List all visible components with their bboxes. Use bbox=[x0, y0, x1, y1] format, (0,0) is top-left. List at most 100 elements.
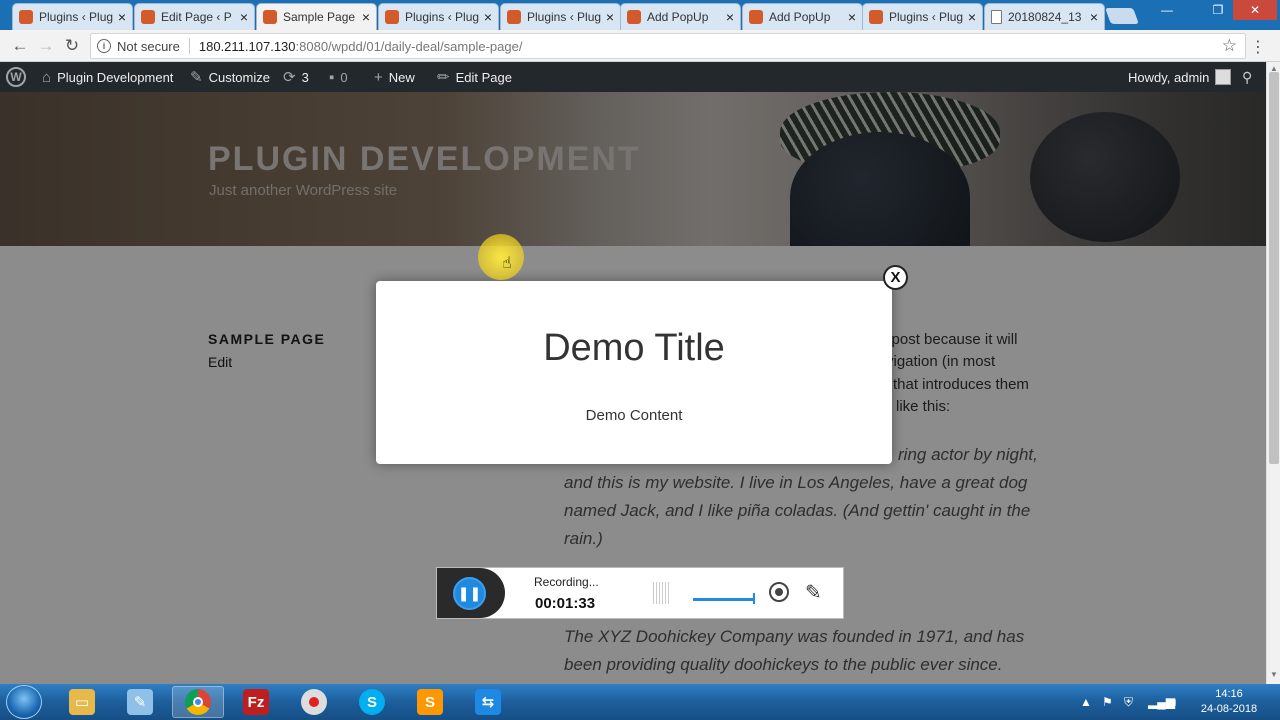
browser-tab[interactable]: Plugins ‹ Plug × bbox=[12, 3, 133, 30]
hand-cursor-icon: ☝ bbox=[502, 255, 512, 272]
scroll-down-icon[interactable]: ▼ bbox=[1270, 670, 1278, 679]
close-window-button[interactable]: ✕ bbox=[1233, 0, 1277, 20]
new-label: New bbox=[388, 69, 415, 85]
wordpress-icon bbox=[749, 10, 763, 24]
tab-close-icon[interactable]: × bbox=[968, 9, 976, 25]
new-content-link[interactable]: + New bbox=[374, 62, 415, 92]
drag-handle[interactable] bbox=[653, 582, 669, 604]
comments-count: 0 bbox=[340, 69, 348, 85]
browser-tab[interactable]: Plugins ‹ Plug × bbox=[862, 3, 983, 30]
recording-status: Recording... bbox=[534, 575, 599, 589]
recorder-control-panel: ❚❚ bbox=[437, 568, 505, 618]
bookmark-star-icon[interactable]: ☆ bbox=[1222, 36, 1237, 56]
edit-page-label: Edit Page bbox=[455, 69, 512, 85]
edit-page-link[interactable]: ✏ Edit Page bbox=[437, 62, 512, 92]
skype-icon[interactable]: S bbox=[346, 686, 398, 718]
tab-close-icon[interactable]: × bbox=[1090, 9, 1098, 25]
browser-tab[interactable]: Plugins ‹ Plug × bbox=[378, 3, 499, 30]
volume-icon[interactable]: 🔈︎ bbox=[1172, 684, 1179, 720]
volume-slider-end bbox=[753, 593, 755, 604]
browser-menu-icon[interactable]: ⋮ bbox=[1250, 37, 1266, 57]
updates-count: 3 bbox=[301, 69, 309, 85]
recording-timer: 00:01:33 bbox=[535, 595, 596, 612]
file-explorer-icon[interactable]: ▭ bbox=[56, 686, 108, 718]
browser-tab[interactable]: Plugins ‹ Plug × bbox=[500, 3, 621, 30]
browser-tab-strip: Plugins ‹ Plug × Edit Page ‹ P × Sample Page… bbox=[0, 0, 1280, 30]
url-host: 180.211.107.130 bbox=[198, 38, 296, 54]
cursor-highlight bbox=[478, 234, 524, 280]
forward-icon[interactable]: → bbox=[35, 35, 57, 57]
account-menu[interactable]: Howdy, admin bbox=[1128, 62, 1232, 92]
volume-slider[interactable] bbox=[693, 598, 755, 601]
pencil-icon: ✏ bbox=[437, 69, 450, 86]
greeting-label: Howdy, admin bbox=[1128, 69, 1210, 85]
network-icon[interactable]: ▂▄▆ bbox=[1148, 684, 1175, 720]
updates-link[interactable]: ⟳ 3 bbox=[283, 62, 309, 92]
popup-title: Demo Title bbox=[543, 327, 725, 369]
popup-content: Demo Content bbox=[585, 407, 683, 424]
wordpress-icon bbox=[263, 10, 277, 24]
brush-icon: ✎ bbox=[190, 69, 203, 86]
document-icon bbox=[991, 10, 1002, 24]
pen-icon[interactable]: ✎ bbox=[805, 580, 822, 605]
url-path: :8080/wpdd/01/daily-deal/sample-page/ bbox=[295, 38, 523, 54]
chrome-icon[interactable] bbox=[172, 686, 224, 718]
tab-close-icon[interactable]: × bbox=[362, 9, 370, 25]
wordpress-logo-icon[interactable]: W bbox=[6, 62, 26, 92]
customize-link[interactable]: ✎ Customize bbox=[190, 62, 270, 92]
browser-tab[interactable]: Edit Page ‹ P × bbox=[134, 3, 255, 30]
tab-close-icon[interactable]: × bbox=[606, 9, 614, 25]
browser-tab[interactable]: Add PopUp × bbox=[742, 3, 863, 30]
start-button[interactable] bbox=[6, 685, 42, 719]
popup-close-button[interactable]: X bbox=[883, 265, 908, 290]
customize-label: Customize bbox=[208, 69, 270, 85]
scrollbar-thumb[interactable] bbox=[1269, 72, 1279, 464]
filezilla-icon[interactable]: Fz bbox=[230, 686, 282, 718]
notepad-icon[interactable]: ✎ bbox=[114, 686, 166, 718]
address-bar[interactable]: i Not secure 180.211.107.130:8080/wpdd/0… bbox=[90, 33, 1246, 59]
flag-icon[interactable]: ⚑ bbox=[1102, 684, 1113, 720]
clock-date: 24-08-2018 bbox=[1200, 703, 1258, 715]
sublime-text-icon[interactable]: S bbox=[404, 686, 456, 718]
pause-icon[interactable]: ❚❚ bbox=[453, 577, 486, 610]
tab-close-icon[interactable]: × bbox=[484, 9, 492, 25]
page-scrollbar[interactable]: ▲ ▼ bbox=[1266, 62, 1280, 684]
tab-close-icon[interactable]: × bbox=[848, 9, 856, 25]
wordpress-icon bbox=[385, 10, 399, 24]
clock-time: 14:16 bbox=[1215, 688, 1243, 700]
new-tab-button[interactable] bbox=[1105, 8, 1139, 24]
tab-close-icon[interactable]: × bbox=[118, 9, 126, 25]
comment-icon: ▪ bbox=[329, 68, 335, 86]
info-icon[interactable]: i bbox=[97, 39, 111, 53]
wordpress-icon bbox=[869, 10, 883, 24]
tab-label: 20180824_13 bbox=[1008, 10, 1082, 24]
plus-icon: + bbox=[374, 68, 383, 86]
browser-tab[interactable]: Sample Page × bbox=[256, 3, 377, 30]
webcam-icon[interactable] bbox=[769, 582, 789, 602]
tab-label: Edit Page ‹ P bbox=[161, 10, 232, 24]
tab-close-icon[interactable]: × bbox=[726, 9, 734, 25]
admin-site-name[interactable]: ⌂ Plugin Development bbox=[42, 62, 173, 92]
reload-icon[interactable]: ↻ bbox=[61, 35, 83, 57]
back-icon[interactable]: ← bbox=[9, 35, 31, 57]
search-icon[interactable]: ⚲ bbox=[1242, 62, 1252, 92]
dashboard-icon: ⌂ bbox=[42, 68, 52, 86]
avatar bbox=[1215, 69, 1232, 85]
comments-link[interactable]: ▪ 0 bbox=[329, 62, 348, 92]
system-clock[interactable]: 14:16 24-08-2018 bbox=[1196, 687, 1262, 717]
minimize-button[interactable]: — bbox=[1152, 0, 1182, 20]
maximize-button[interactable]: ❐ bbox=[1203, 0, 1233, 20]
show-hidden-icons[interactable]: ▲ bbox=[1080, 684, 1092, 720]
wordpress-icon bbox=[507, 10, 521, 24]
wordpress-icon bbox=[627, 10, 641, 24]
security-tray-icon[interactable]: ⛨ bbox=[1124, 684, 1133, 720]
browser-toolbar: ← → ↻ i Not secure 180.211.107.130:8080/… bbox=[0, 30, 1280, 62]
browser-tab[interactable]: Add PopUp × bbox=[620, 3, 741, 30]
browser-tab[interactable]: 20180824_13 × bbox=[984, 3, 1105, 30]
tab-label: Plugins ‹ Plug bbox=[39, 10, 114, 24]
wp-admin-bar: W ⌂ Plugin Development ✎ Customize ⟳ 3 ▪… bbox=[0, 62, 1266, 92]
tab-close-icon[interactable]: × bbox=[240, 9, 248, 25]
sync-app-icon[interactable]: ⇆ bbox=[462, 686, 514, 718]
wordpress-icon bbox=[19, 10, 33, 24]
recorder-app-icon[interactable] bbox=[288, 686, 340, 718]
